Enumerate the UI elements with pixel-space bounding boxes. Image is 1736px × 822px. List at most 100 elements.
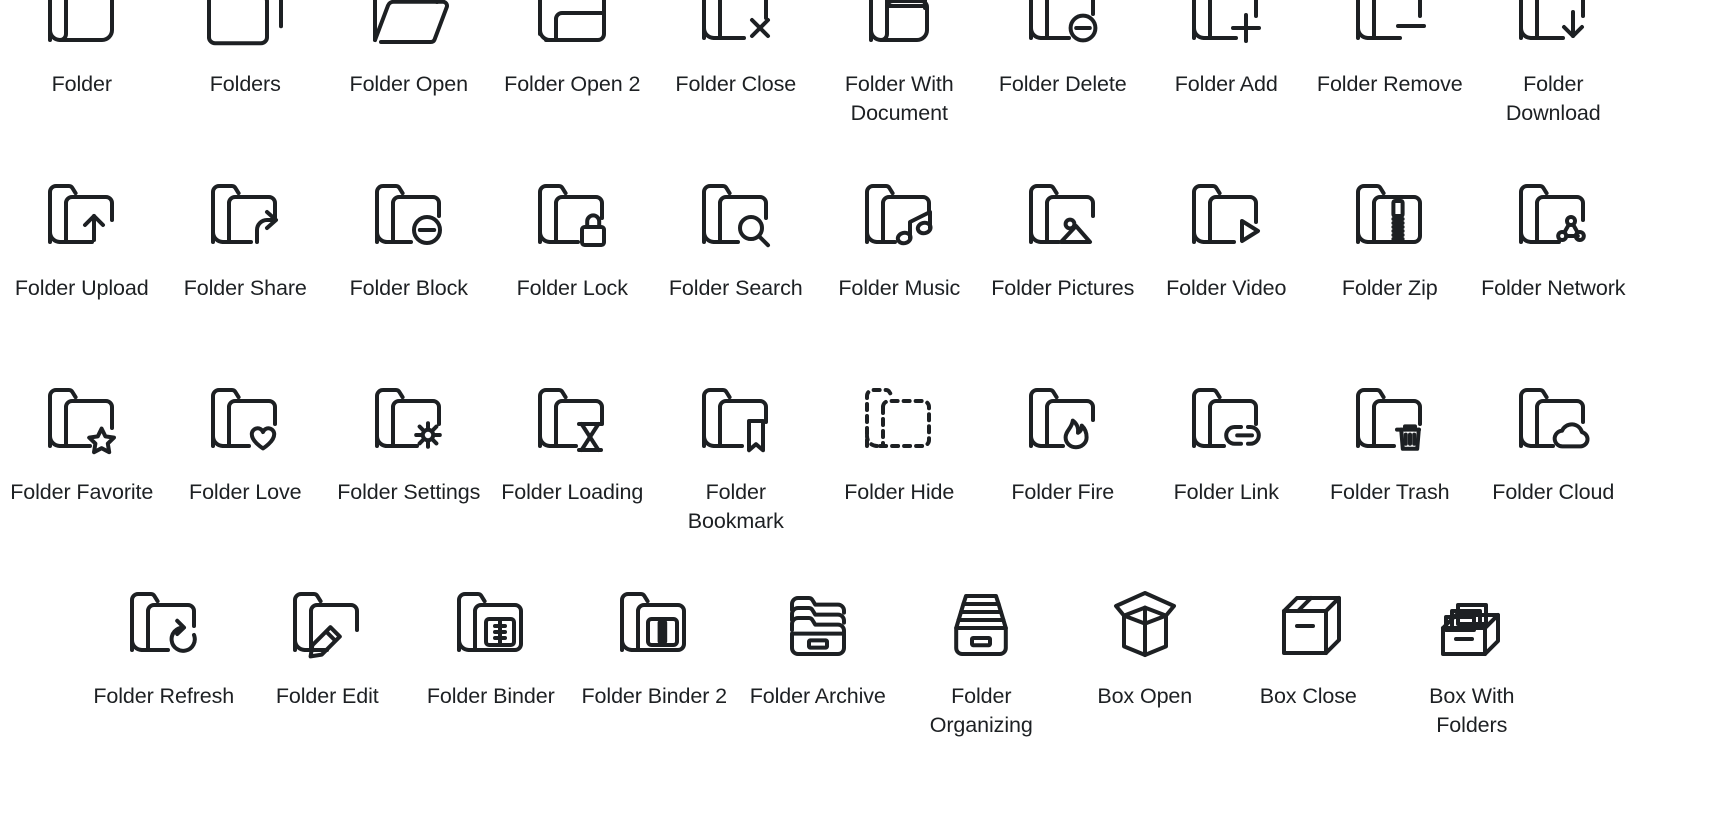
icon-cell-folder-music[interactable]: Folder Music [818, 168, 982, 303]
icon-cell-folder-edit[interactable]: Folder Edit [246, 576, 410, 740]
icon-cell-folder-download[interactable]: Folder Download [1472, 0, 1636, 128]
icon-label: Folder Link [1173, 480, 1279, 504]
icon-cell-folder-fire[interactable]: Folder Fire [981, 372, 1145, 536]
folder-bookmark-icon[interactable] [688, 372, 784, 468]
icon-label: Folder Search [668, 276, 803, 300]
icon-cell-folder-open-2[interactable]: Folder Open 2 [491, 0, 655, 128]
folder-open-2-icon[interactable] [524, 0, 620, 60]
icon-label: Folder Organizing [929, 684, 1033, 737]
icon-cell-folder-bookmark[interactable]: Folder Bookmark [654, 372, 818, 536]
icon-cell-folder-hide[interactable]: Folder Hide [818, 372, 982, 536]
folder-trash-icon[interactable] [1342, 372, 1438, 468]
icon-cell-folder-love[interactable]: Folder Love [164, 372, 328, 536]
icon-cell-folder-pictures[interactable]: Folder Pictures [981, 168, 1145, 303]
icon-label: Folder Video [1166, 276, 1287, 300]
folder-network-icon[interactable] [1505, 168, 1601, 264]
icon-label: Folder Binder 2 [581, 684, 728, 708]
icon-cell-folder-trash[interactable]: Folder Trash [1308, 372, 1472, 536]
icon-cell-folder-close[interactable]: Folder Close [654, 0, 818, 128]
icon-cell-folders[interactable]: Folders [164, 0, 328, 128]
folder-with-document-icon[interactable] [851, 0, 947, 60]
icon-label: Folder Delete [998, 72, 1127, 96]
folder-video-icon[interactable] [1178, 168, 1274, 264]
icon-label: Folder Loading [501, 480, 644, 504]
icon-cell-folder-share[interactable]: Folder Share [164, 168, 328, 303]
icon-cell-folder-archive[interactable]: Folder Archive [736, 576, 900, 740]
folders-icon[interactable] [197, 0, 293, 60]
folder-cloud-icon[interactable] [1505, 372, 1601, 468]
icon-cell-folder-zip[interactable]: Folder Zip [1308, 168, 1472, 303]
icon-cell-folder-open[interactable]: Folder Open [327, 0, 491, 128]
icon-label: Folder Love [189, 480, 302, 504]
icon-cell-box-close[interactable]: Box Close [1227, 576, 1391, 740]
folder-hide-icon[interactable] [851, 372, 947, 468]
folder-link-icon[interactable] [1178, 372, 1274, 468]
icon-label: Folder Favorite [10, 480, 154, 504]
folder-music-icon[interactable] [851, 168, 947, 264]
box-open-icon[interactable] [1097, 576, 1193, 672]
icon-cell-folder-link[interactable]: Folder Link [1145, 372, 1309, 536]
folder-settings-icon[interactable] [361, 372, 457, 468]
folder-delete-icon[interactable] [1015, 0, 1111, 60]
icon-label: Folder Open [349, 72, 469, 96]
folder-archive-icon[interactable] [770, 576, 866, 672]
icon-cell-folder-lock[interactable]: Folder Lock [491, 168, 655, 303]
icon-label: Folder Binder [426, 684, 555, 708]
icon-cell-folder-search[interactable]: Folder Search [654, 168, 818, 303]
icon-label: Folder Edit [275, 684, 379, 708]
icon-cell-folder-organizing[interactable]: Folder Organizing [900, 576, 1064, 740]
icon-cell-folder[interactable]: Folder [0, 0, 164, 128]
folder-add-icon[interactable] [1178, 0, 1274, 60]
icon-cell-folder-video[interactable]: Folder Video [1145, 168, 1309, 303]
icon-cell-folder-favorite[interactable]: Folder Favorite [0, 372, 164, 536]
icon-label: Folder Zip [1341, 276, 1438, 300]
icon-cell-folder-loading[interactable]: Folder Loading [491, 372, 655, 536]
folder-zip-icon[interactable] [1342, 168, 1438, 264]
icon-cell-folder-delete[interactable]: Folder Delete [981, 0, 1145, 128]
icon-label: Folder Cloud [1492, 480, 1615, 504]
icon-cell-folder-upload[interactable]: Folder Upload [0, 168, 164, 303]
folder-refresh-icon[interactable] [116, 576, 212, 672]
folder-binder-icon[interactable] [443, 576, 539, 672]
folder-love-icon[interactable] [197, 372, 293, 468]
icon-row-1: Folder Folders Folder Open Folder Open 2… [0, 0, 1736, 128]
icon-cell-box-with-folders[interactable]: Box With Folders [1390, 576, 1554, 740]
icon-cell-folder-block[interactable]: Folder Block [327, 168, 491, 303]
folder-loading-icon[interactable] [524, 372, 620, 468]
folder-remove-icon[interactable] [1342, 0, 1438, 60]
icon-cell-box-open[interactable]: Box Open [1063, 576, 1227, 740]
folder-fire-icon[interactable] [1015, 372, 1111, 468]
icon-cell-folder-binder[interactable]: Folder Binder [409, 576, 573, 740]
icon-cell-folder-settings[interactable]: Folder Settings [327, 372, 491, 536]
folder-open-icon[interactable] [361, 0, 457, 60]
folder-favorite-icon[interactable] [34, 372, 130, 468]
folder-pictures-icon[interactable] [1015, 168, 1111, 264]
icon-cell-folder-add[interactable]: Folder Add [1145, 0, 1309, 128]
icon-label: Folder Block [349, 276, 468, 300]
icon-label: Folder Bookmark [687, 480, 784, 533]
folder-upload-icon[interactable] [34, 168, 130, 264]
icon-label: Box With Folders [1429, 684, 1515, 737]
folder-block-icon[interactable] [361, 168, 457, 264]
icon-cell-folder-binder-2[interactable]: Folder Binder 2 [573, 576, 737, 740]
box-close-icon[interactable] [1260, 576, 1356, 672]
box-with-folders-icon[interactable] [1424, 576, 1520, 672]
folder-icon[interactable] [34, 0, 130, 60]
folder-close-icon[interactable] [688, 0, 784, 60]
folder-edit-icon[interactable] [279, 576, 375, 672]
icon-cell-folder-with-document[interactable]: Folder With Document [818, 0, 982, 128]
folder-share-icon[interactable] [197, 168, 293, 264]
icon-cell-folder-refresh[interactable]: Folder Refresh [82, 576, 246, 740]
icon-label: Folder With Document [844, 72, 954, 125]
icon-label: Folder Open 2 [504, 72, 641, 96]
icon-cell-folder-network[interactable]: Folder Network [1472, 168, 1636, 303]
icon-label: Box Close [1259, 684, 1357, 708]
folder-download-icon[interactable] [1505, 0, 1601, 60]
icon-row-3: Folder Favorite Folder Love Folder Setti… [0, 372, 1736, 536]
folder-binder-2-icon[interactable] [606, 576, 702, 672]
folder-lock-icon[interactable] [524, 168, 620, 264]
icon-cell-folder-cloud[interactable]: Folder Cloud [1472, 372, 1636, 536]
icon-cell-folder-remove[interactable]: Folder Remove [1308, 0, 1472, 128]
folder-search-icon[interactable] [688, 168, 784, 264]
folder-organizing-icon[interactable] [933, 576, 1029, 672]
